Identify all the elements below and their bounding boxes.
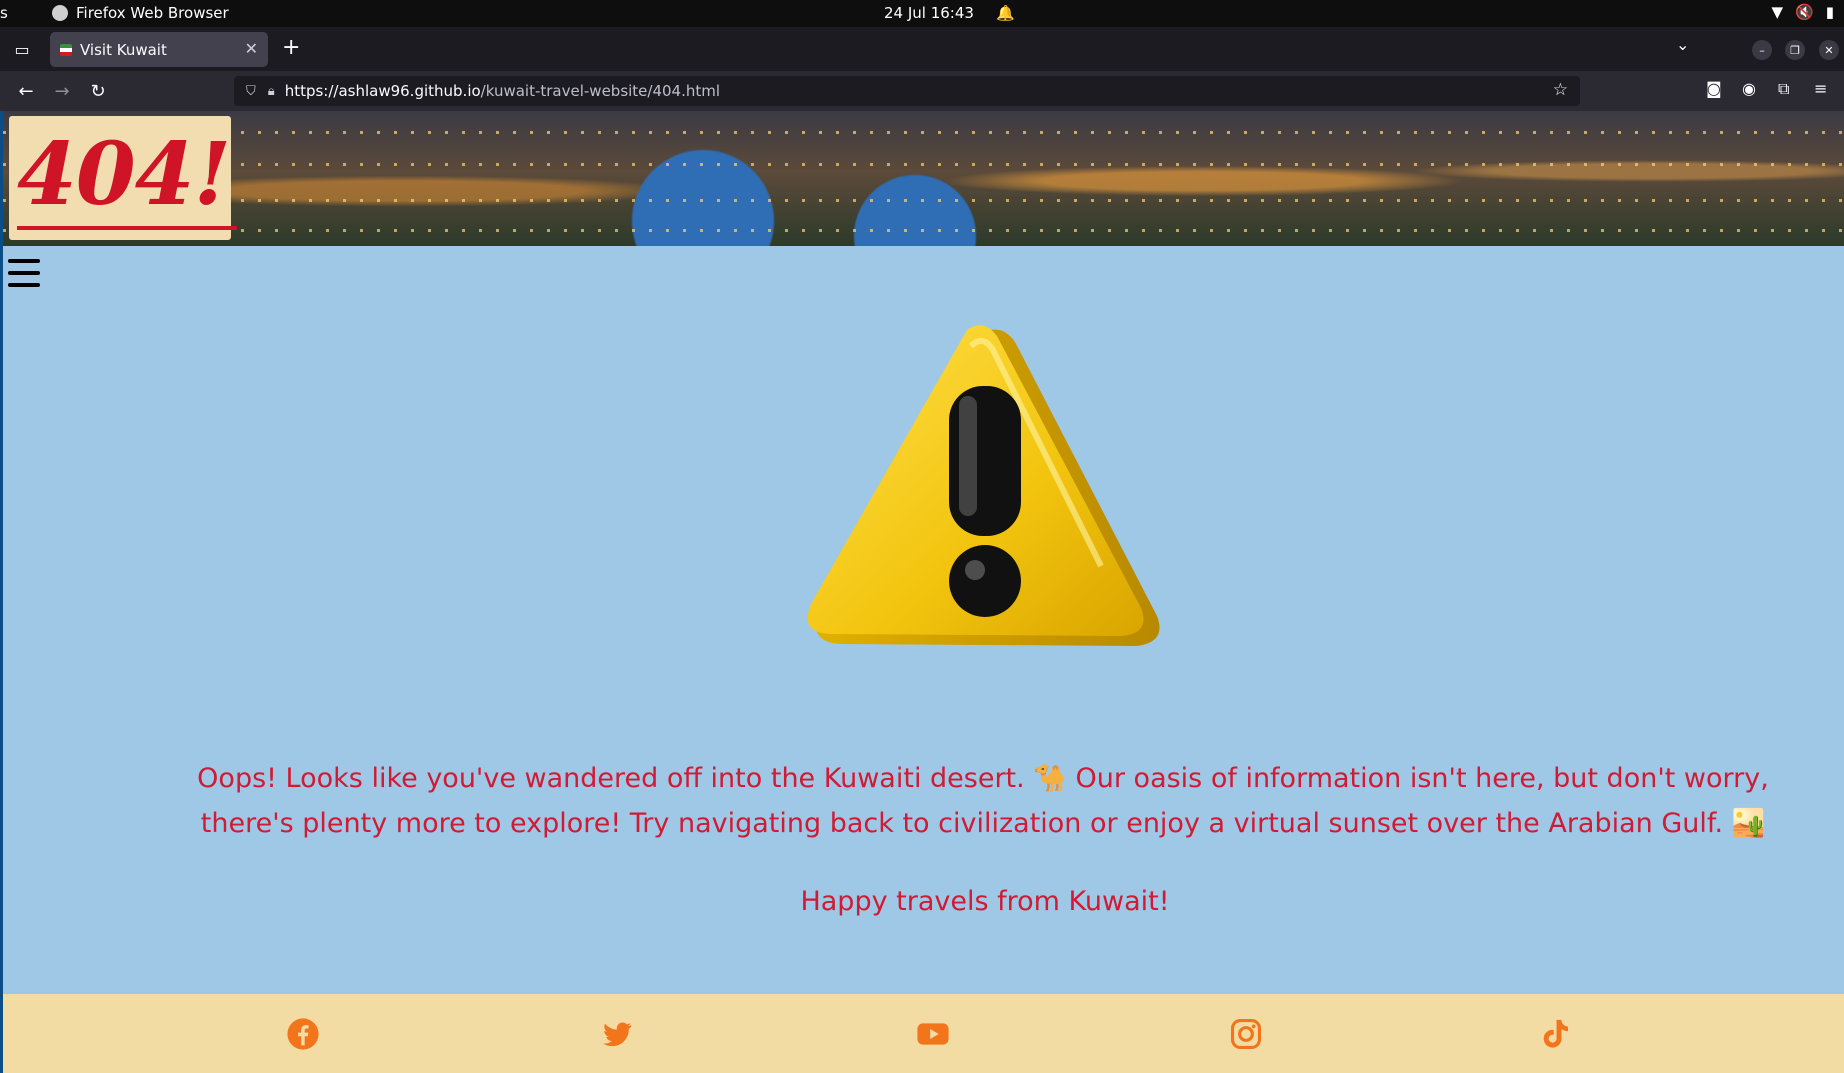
tiktok-icon[interactable] — [1538, 1017, 1572, 1051]
system-top-bar: s Firefox Web Browser 24 Jul 16:43 🔔 ▼ 🔇… — [0, 0, 1844, 27]
navigation-toolbar: ← → ↻ ⛉ 🔒︎ https://ashlaw96.github.io/ku… — [0, 71, 1844, 111]
tab-title: Visit Kuwait — [80, 40, 167, 59]
restore-window-icon[interactable]: ❐ — [1785, 40, 1805, 60]
url-host: https://ashlaw96.github.io — [284, 82, 481, 100]
system-tray[interactable]: ▼ 🔇 ▮ — [1772, 3, 1835, 21]
forward-arrow-icon[interactable]: → — [50, 79, 74, 103]
close-tab-icon[interactable]: ✕ — [245, 39, 258, 58]
minimize-window-icon[interactable]: – — [1752, 40, 1772, 60]
instagram-icon[interactable] — [1229, 1017, 1263, 1051]
account-icon[interactable]: ◉ — [1742, 79, 1756, 98]
tab-bar: ▭ Visit Kuwait ✕ + ⌄ – ❐ ✕ — [0, 27, 1844, 71]
url-path: /kuwait-travel-website/404.html — [480, 82, 721, 100]
logo[interactable]: 404! — [9, 116, 237, 240]
firefox-view-icon[interactable]: ▭ — [10, 37, 34, 61]
datetime-label: 24 Jul 16:43 — [884, 4, 974, 22]
warning-triangle-icon — [807, 325, 1160, 646]
logo-text: 404! — [17, 124, 231, 225]
facebook-icon[interactable] — [286, 1017, 320, 1051]
app-menu-label[interactable]: Firefox Web Browser — [76, 4, 229, 22]
kuwait-flag-favicon-icon — [60, 43, 72, 56]
list-all-tabs-chevron-icon[interactable]: ⌄ — [1676, 35, 1689, 54]
logo-underline — [17, 226, 237, 230]
volume-muted-icon: 🔇 — [1795, 3, 1814, 21]
reload-icon[interactable]: ↻ — [86, 79, 110, 103]
app-menu-hamburger-icon[interactable]: ≡ — [1814, 79, 1827, 98]
error-message: Oops! Looks like you've wandered off int… — [197, 763, 1769, 839]
twitter-icon[interactable] — [600, 1017, 634, 1051]
firefox-app-icon — [52, 5, 68, 21]
notification-bell-icon: 🔔 — [995, 4, 1015, 22]
tab-visit-kuwait[interactable]: Visit Kuwait ✕ — [50, 32, 268, 67]
pocket-icon[interactable]: ◙ — [1706, 79, 1722, 98]
new-tab-icon[interactable]: + — [282, 35, 300, 60]
wifi-icon: ▼ — [1771, 3, 1784, 21]
footer — [3, 994, 1844, 1073]
extensions-puzzle-icon[interactable]: ⧉ — [1778, 79, 1789, 99]
web-page: 404! Oops! Looks like you've wandered of… — [0, 111, 1844, 1073]
back-arrow-icon[interactable]: ← — [14, 79, 38, 103]
bookmark-star-icon[interactable]: ☆ — [1553, 80, 1568, 100]
youtube-icon[interactable] — [916, 1017, 950, 1051]
address-bar[interactable]: ⛉ 🔒︎ https://ashlaw96.github.io/kuwait-t… — [234, 76, 1580, 106]
battery-icon: ▮ — [1825, 3, 1834, 21]
close-window-icon[interactable]: ✕ — [1819, 40, 1839, 60]
lock-icon[interactable]: 🔒︎ — [268, 84, 275, 99]
clock[interactable]: 24 Jul 16:43 🔔 — [884, 4, 1015, 22]
kuwait-city-night-banner — [3, 111, 1844, 246]
activities-label[interactable]: s — [0, 4, 10, 22]
signoff-message: Happy travels from Kuwait! — [800, 886, 1170, 917]
url-text[interactable]: https://ashlaw96.github.io/kuwait-travel… — [285, 82, 720, 100]
nav-menu-hamburger-icon[interactable] — [8, 259, 40, 287]
tracking-protection-shield-icon[interactable]: ⛉ — [246, 84, 256, 99]
